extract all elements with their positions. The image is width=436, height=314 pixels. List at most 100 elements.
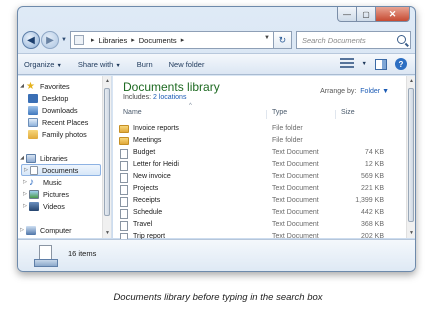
maximize-button[interactable]: ▢	[357, 7, 376, 22]
new-folder-button[interactable]: New folder	[169, 60, 205, 69]
nav-computer[interactable]: ▷ Computer	[18, 224, 72, 236]
scroll-up-icon[interactable]: ▲	[103, 78, 112, 84]
nav-libraries[interactable]: ◢ Libraries	[18, 152, 68, 164]
file-row[interactable]: Budget Text Document 74 KB	[119, 148, 403, 160]
expand-arrow-icon[interactable]: ▷	[18, 227, 26, 233]
file-size: 368 KB	[361, 221, 384, 228]
chevron-right-icon[interactable]: ▸	[91, 36, 95, 44]
breadcrumb-libraries[interactable]: Libraries	[98, 36, 127, 45]
file-name: Invoice reports	[133, 125, 179, 132]
file-type: File folder	[272, 137, 303, 144]
file-name: Budget	[133, 149, 156, 156]
search-icon[interactable]	[397, 35, 406, 44]
expand-arrow-icon[interactable]: ◢	[18, 83, 26, 89]
folder-icon	[119, 125, 129, 133]
nav-favorites[interactable]: ◢ ★ Favorites	[18, 80, 70, 92]
expand-arrow-icon[interactable]: ▷	[21, 179, 29, 185]
document-icon	[120, 209, 128, 219]
column-header-name[interactable]: Name	[123, 109, 142, 116]
file-name: Receipts	[133, 197, 161, 204]
document-icon	[120, 173, 128, 183]
back-button[interactable]: ◀	[22, 31, 40, 49]
details-pane: 16 items	[18, 239, 415, 271]
file-name: Schedule	[133, 209, 163, 216]
file-row[interactable]: Letter for Heidi Text Document 12 KB	[119, 160, 403, 172]
star-icon: ★	[26, 80, 35, 92]
file-type: Text Document	[272, 185, 319, 192]
column-header-size[interactable]: Size	[341, 109, 355, 116]
search-placeholder: Search Documents	[301, 35, 366, 45]
expand-arrow-icon[interactable]: ▷	[22, 167, 30, 173]
scrollbar-thumb[interactable]	[408, 88, 414, 222]
chevron-right-icon[interactable]: ▸	[181, 36, 185, 44]
share-with-menu[interactable]: Share with ▼	[78, 60, 121, 69]
nav-item-pictures[interactable]: ▷ Pictures	[21, 188, 69, 200]
library-includes: Includes: 2 locations	[123, 94, 187, 101]
nav-item-documents[interactable]: ▷ Documents	[21, 164, 101, 176]
file-type: Text Document	[272, 197, 319, 204]
document-icon	[120, 149, 128, 159]
file-size: 1,399 KB	[355, 197, 384, 204]
nav-item-family-photos[interactable]: Family photos	[28, 128, 87, 140]
burn-button[interactable]: Burn	[137, 60, 153, 69]
chevron-down-icon: ▼	[115, 62, 121, 69]
file-name: New invoice	[133, 173, 171, 180]
documents-icon	[30, 165, 38, 175]
libraries-icon	[26, 153, 36, 163]
file-size: 221 KB	[361, 185, 384, 192]
chevron-right-icon[interactable]: ▸	[131, 36, 135, 44]
file-size: 569 KB	[361, 173, 384, 180]
nav-item-downloads[interactable]: Downloads	[28, 104, 78, 116]
scroll-down-icon[interactable]: ▼	[407, 230, 415, 236]
minimize-button[interactable]: —	[337, 7, 357, 22]
expand-arrow-icon[interactable]: ▷	[21, 191, 29, 197]
nav-item-recent-places[interactable]: Recent Places	[28, 116, 88, 128]
organize-menu[interactable]: Organize ▼	[24, 60, 62, 69]
nav-item-videos[interactable]: ▷ Videos	[21, 200, 65, 212]
expand-arrow-icon[interactable]: ▷	[21, 203, 29, 209]
address-bar[interactable]: ▸ Libraries ▸ Documents ▸ ▼	[69, 31, 274, 49]
file-row[interactable]: Travel Text Document 368 KB	[119, 220, 403, 232]
document-icon	[120, 161, 128, 171]
arrange-by-dropdown[interactable]: Folder ▼	[360, 88, 389, 95]
file-size: 12 KB	[364, 161, 384, 168]
item-count: 16 items	[68, 249, 97, 258]
column-header-type[interactable]: Type	[272, 109, 287, 116]
nav-pane-scrollbar[interactable]: ▲ ▼	[102, 76, 111, 238]
recent-pages-dropdown-icon[interactable]: ▼	[61, 37, 67, 43]
view-dropdown-icon[interactable]: ▼	[362, 61, 367, 67]
column-headers: ^ Name Type Size	[123, 103, 403, 121]
file-list-pane: Documents library Includes: 2 locations …	[113, 76, 415, 243]
file-name: Travel	[133, 221, 153, 228]
file-row[interactable]: Schedule Text Document 442 KB	[119, 208, 403, 220]
scrollbar-thumb[interactable]	[104, 88, 110, 216]
document-icon	[120, 197, 128, 207]
nav-item-desktop[interactable]: Desktop	[28, 92, 68, 104]
scroll-down-icon[interactable]: ▼	[103, 230, 112, 236]
documents-library-icon	[34, 245, 58, 267]
help-icon[interactable]: ?	[395, 58, 407, 70]
address-dropdown-icon[interactable]: ▼	[264, 35, 270, 41]
close-button[interactable]: ✕	[376, 7, 410, 22]
breadcrumb-documents[interactable]: Documents	[139, 36, 177, 45]
forward-button[interactable]: ▶	[41, 31, 59, 49]
file-row[interactable]: New invoice Text Document 569 KB	[119, 172, 403, 184]
file-list-scrollbar[interactable]: ▲ ▼	[406, 76, 415, 238]
search-input[interactable]: Search Documents	[295, 31, 411, 49]
file-row[interactable]: Meetings File folder	[119, 136, 403, 148]
figure-caption: Documents library before typing in the s…	[113, 292, 323, 303]
file-size: 74 KB	[364, 149, 384, 156]
locations-link[interactable]: 2 locations	[153, 94, 186, 101]
change-view-icon[interactable]	[339, 58, 354, 70]
scroll-up-icon[interactable]: ▲	[407, 78, 415, 84]
file-row[interactable]: Invoice reports File folder	[119, 124, 403, 136]
refresh-button[interactable]: ↻	[273, 31, 292, 49]
file-type: Text Document	[272, 173, 319, 180]
file-row[interactable]: Receipts Text Document 1,399 KB	[119, 196, 403, 208]
navigation-pane: ◢ ★ Favorites Desktop Downloads Recent P…	[18, 76, 112, 238]
nav-item-music[interactable]: ▷ ♪ Music	[21, 176, 62, 188]
file-row[interactable]: Projects Text Document 221 KB	[119, 184, 403, 196]
file-name: Meetings	[133, 137, 162, 144]
preview-pane-icon[interactable]	[375, 58, 387, 70]
expand-arrow-icon[interactable]: ◢	[18, 155, 26, 161]
